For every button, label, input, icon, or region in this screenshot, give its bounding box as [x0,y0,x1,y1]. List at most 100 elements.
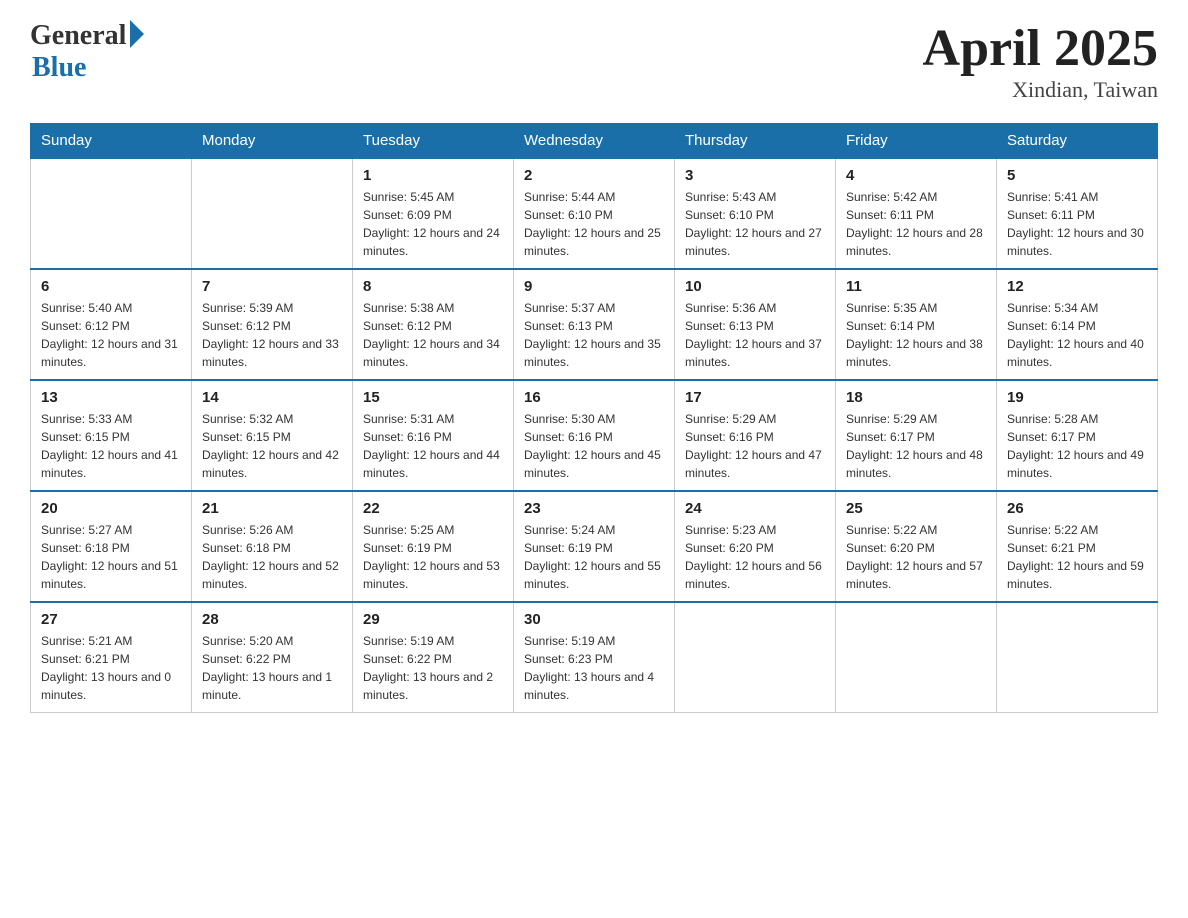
calendar-cell: 10Sunrise: 5:36 AMSunset: 6:13 PMDayligh… [675,269,836,380]
calendar-cell: 11 Sunrise: 5:35 AMSunset: 6:14 PMDayligh… [836,269,997,380]
title-area: April 2025 Xindian, Taiwan [923,20,1158,103]
logo-arrow-icon [130,20,144,48]
day-number: 29 [363,611,503,628]
day-number: 17 [685,389,825,406]
day-number: 2 [524,167,664,184]
calendar-week-row: 27 Sunrise: 5:21 AMSunset: 6:21 PMDayligh… [31,602,1158,713]
day-info: Sunrise: 5:19 AMSunset: 6:22 PMDaylight:… [363,632,503,704]
day-info: Sunrise: 5:24 AMSunset: 6:19 PMDaylight:… [524,521,664,593]
day-info: Sunrise: 5:39 AMSunset: 6:12 PMDaylight:… [202,299,342,371]
calendar-cell [675,602,836,713]
logo-blue-text: Blue [32,52,86,84]
day-number: 21 [202,500,342,517]
day-info: Sunrise: 5:32 AMSunset: 6:15 PMDaylight:… [202,410,342,482]
day-info: Sunrise: 5:30 AMSunset: 6:16 PMDaylight:… [524,410,664,482]
calendar-cell: 4Sunrise: 5:42 AMSunset: 6:11 PMDaylight… [836,158,997,269]
day-info: Sunrise: 5:37 AMSunset: 6:13 PMDaylight:… [524,299,664,371]
calendar-cell: 25Sunrise: 5:22 AMSunset: 6:20 PMDayligh… [836,491,997,602]
day-number: 27 [41,611,181,628]
location-title: Xindian, Taiwan [923,77,1158,103]
calendar-cell: 5 Sunrise: 5:41 AMSunset: 6:11 PMDaylight… [997,158,1158,269]
calendar-cell: 21 Sunrise: 5:26 AMSunset: 6:18 PMDayligh… [192,491,353,602]
day-number: 6 [41,278,181,295]
day-number: 4 [846,167,986,184]
calendar-cell: 2 Sunrise: 5:44 AMSunset: 6:10 PMDaylight… [514,158,675,269]
day-number: 1 [363,167,503,184]
calendar-cell: 13 Sunrise: 5:33 AMSunset: 6:15 PMDayligh… [31,380,192,491]
day-info: Sunrise: 5:40 AMSunset: 6:12 PMDaylight:… [41,299,181,371]
calendar-body: 1 Sunrise: 5:45 AMSunset: 6:09 PMDaylight… [31,158,1158,713]
calendar-cell: 12 Sunrise: 5:34 AMSunset: 6:14 PMDayligh… [997,269,1158,380]
calendar-cell [31,158,192,269]
calendar-week-row: 1 Sunrise: 5:45 AMSunset: 6:09 PMDaylight… [31,158,1158,269]
day-info: Sunrise: 5:26 AMSunset: 6:18 PMDaylight:… [202,521,342,593]
day-number: 22 [363,500,503,517]
calendar-week-row: 13 Sunrise: 5:33 AMSunset: 6:15 PMDayligh… [31,380,1158,491]
calendar-cell: 6 Sunrise: 5:40 AMSunset: 6:12 PMDaylight… [31,269,192,380]
day-number: 14 [202,389,342,406]
day-number: 12 [1007,278,1147,295]
calendar-cell: 28 Sunrise: 5:20 AMSunset: 6:22 PMDayligh… [192,602,353,713]
day-info: Sunrise: 5:44 AMSunset: 6:10 PMDaylight:… [524,188,664,260]
day-of-week-header: Thursday [675,124,836,159]
header-row: SundayMondayTuesdayWednesdayThursdayFrid… [31,124,1158,159]
day-number: 24 [685,500,825,517]
day-number: 16 [524,389,664,406]
day-number: 5 [1007,167,1147,184]
day-number: 23 [524,500,664,517]
calendar-week-row: 6 Sunrise: 5:40 AMSunset: 6:12 PMDaylight… [31,269,1158,380]
day-number: 11 [846,278,986,295]
calendar-cell: 29 Sunrise: 5:19 AMSunset: 6:22 PMDayligh… [353,602,514,713]
calendar-cell [192,158,353,269]
calendar-cell: 26 Sunrise: 5:22 AMSunset: 6:21 PMDayligh… [997,491,1158,602]
day-info: Sunrise: 5:34 AMSunset: 6:14 PMDaylight:… [1007,299,1147,371]
day-number: 15 [363,389,503,406]
day-info: Sunrise: 5:38 AMSunset: 6:12 PMDaylight:… [363,299,503,371]
calendar-cell: 20 Sunrise: 5:27 AMSunset: 6:18 PMDayligh… [31,491,192,602]
day-number: 28 [202,611,342,628]
day-info: Sunrise: 5:29 AMSunset: 6:16 PMDaylight:… [685,410,825,482]
calendar-cell: 17 Sunrise: 5:29 AMSunset: 6:16 PMDayligh… [675,380,836,491]
calendar-cell: 3 Sunrise: 5:43 AMSunset: 6:10 PMDaylight… [675,158,836,269]
day-of-week-header: Monday [192,124,353,159]
calendar-cell: 14 Sunrise: 5:32 AMSunset: 6:15 PMDayligh… [192,380,353,491]
day-info: Sunrise: 5:45 AMSunset: 6:09 PMDaylight:… [363,188,503,260]
day-info: Sunrise: 5:31 AMSunset: 6:16 PMDaylight:… [363,410,503,482]
day-of-week-header: Wednesday [514,124,675,159]
day-of-week-header: Tuesday [353,124,514,159]
day-info: Sunrise: 5:41 AMSunset: 6:11 PMDaylight:… [1007,188,1147,260]
calendar-cell: 23 Sunrise: 5:24 AMSunset: 6:19 PMDayligh… [514,491,675,602]
day-number: 30 [524,611,664,628]
day-number: 20 [41,500,181,517]
day-number: 25 [846,500,986,517]
day-info: Sunrise: 5:20 AMSunset: 6:22 PMDaylight:… [202,632,342,704]
calendar-cell [997,602,1158,713]
calendar-table: SundayMondayTuesdayWednesdayThursdayFrid… [30,123,1158,713]
calendar-cell: 30Sunrise: 5:19 AMSunset: 6:23 PMDayligh… [514,602,675,713]
day-number: 10 [685,278,825,295]
day-number: 3 [685,167,825,184]
day-number: 26 [1007,500,1147,517]
calendar-cell: 8Sunrise: 5:38 AMSunset: 6:12 PMDaylight… [353,269,514,380]
day-number: 9 [524,278,664,295]
day-info: Sunrise: 5:21 AMSunset: 6:21 PMDaylight:… [41,632,181,704]
calendar-cell [836,602,997,713]
month-title: April 2025 [923,20,1158,77]
day-number: 18 [846,389,986,406]
day-info: Sunrise: 5:29 AMSunset: 6:17 PMDaylight:… [846,410,986,482]
logo: General Blue [30,20,144,84]
day-info: Sunrise: 5:27 AMSunset: 6:18 PMDaylight:… [41,521,181,593]
day-of-week-header: Saturday [997,124,1158,159]
calendar-header: SundayMondayTuesdayWednesdayThursdayFrid… [31,124,1158,159]
day-info: Sunrise: 5:33 AMSunset: 6:15 PMDaylight:… [41,410,181,482]
day-number: 13 [41,389,181,406]
calendar-cell: 15 Sunrise: 5:31 AMSunset: 6:16 PMDayligh… [353,380,514,491]
calendar-week-row: 20 Sunrise: 5:27 AMSunset: 6:18 PMDayligh… [31,491,1158,602]
day-info: Sunrise: 5:25 AMSunset: 6:19 PMDaylight:… [363,521,503,593]
day-info: Sunrise: 5:43 AMSunset: 6:10 PMDaylight:… [685,188,825,260]
day-info: Sunrise: 5:28 AMSunset: 6:17 PMDaylight:… [1007,410,1147,482]
day-info: Sunrise: 5:22 AMSunset: 6:21 PMDaylight:… [1007,521,1147,593]
calendar-cell: 18 Sunrise: 5:29 AMSunset: 6:17 PMDayligh… [836,380,997,491]
day-info: Sunrise: 5:35 AMSunset: 6:14 PMDaylight:… [846,299,986,371]
page-header: General Blue April 2025 Xindian, Taiwan [30,20,1158,103]
